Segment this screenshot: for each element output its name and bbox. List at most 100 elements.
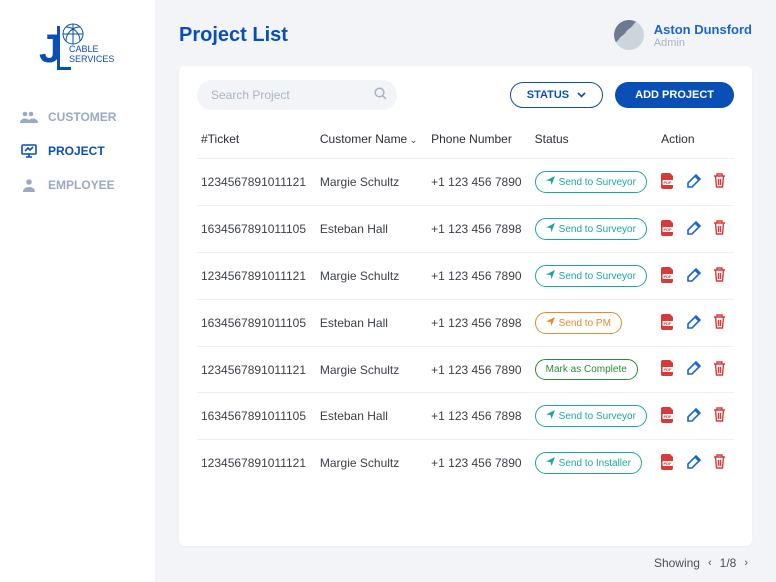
edit-icon[interactable] [687, 268, 701, 285]
send-icon [546, 317, 555, 329]
status-filter-button[interactable]: STATUS [510, 82, 603, 108]
trash-icon[interactable] [713, 454, 726, 472]
cell-name: Esteban Hall [316, 300, 427, 347]
cell-ticket: 1234567891011121 [197, 347, 316, 393]
pdf-icon[interactable]: PDF [661, 454, 675, 473]
status-pill[interactable]: Send to PM [535, 312, 622, 334]
svg-text:PDF: PDF [664, 461, 673, 466]
svg-text:CABLE: CABLE [69, 44, 99, 54]
cell-phone: +1 123 456 7898 [427, 206, 531, 253]
cell-ticket: 1634567891011105 [197, 393, 316, 440]
users-icon [20, 110, 38, 124]
cell-name: Esteban Hall [316, 206, 427, 253]
status-pill[interactable]: Mark as Complete [535, 359, 638, 380]
table-row: 1234567891011121Margie Schultz+1 123 456… [197, 347, 734, 393]
cell-name: Margie Schultz [316, 159, 427, 206]
col-phone: Phone Number [427, 122, 531, 159]
edit-icon[interactable] [687, 455, 701, 472]
sort-caret-icon: ⌄ [409, 135, 417, 146]
svg-text:PDF: PDF [664, 414, 673, 419]
main-panel: Project List Aston Dunsford Admin STATUS [155, 0, 776, 582]
trash-icon[interactable] [713, 361, 726, 379]
user-menu[interactable]: Aston Dunsford Admin [614, 20, 752, 50]
pdf-icon[interactable]: PDF [661, 407, 675, 426]
presentation-icon [20, 144, 38, 158]
avatar [614, 20, 644, 50]
user-name: Aston Dunsford [654, 22, 752, 37]
search-input[interactable] [211, 88, 366, 102]
edit-icon[interactable] [687, 361, 701, 378]
sidebar-item-customer[interactable]: CUSTOMER [8, 100, 147, 134]
project-table: #Ticket Customer Name⌄ Phone Number Stat… [197, 122, 734, 486]
prev-page[interactable]: ‹ [706, 557, 714, 569]
svg-text:PDF: PDF [664, 274, 673, 279]
pdf-icon[interactable]: PDF [661, 267, 675, 286]
nav-label: CUSTOMER [48, 110, 116, 124]
cell-ticket: 1634567891011105 [197, 300, 316, 347]
next-page[interactable]: › [742, 557, 750, 569]
status-pill[interactable]: Send to Surveyor [535, 405, 647, 427]
cell-ticket: 1234567891011121 [197, 159, 316, 206]
col-status: Status [531, 122, 658, 159]
table-row: 1634567891011105Esteban Hall+1 123 456 7… [197, 393, 734, 440]
sidebar: J CABLE SERVICES CUSTOMER PROJECT EMPLOY… [0, 0, 155, 582]
cell-ticket: 1234567891011121 [197, 440, 316, 487]
cell-name: Margie Schultz [316, 440, 427, 487]
user-icon [20, 178, 38, 192]
table-row: 1234567891011121Margie Schultz+1 123 456… [197, 253, 734, 300]
nav-label: EMPLOYEE [48, 178, 115, 192]
pagination: Showing ‹ 1/8 › [179, 546, 752, 570]
pdf-icon[interactable]: PDF [661, 360, 675, 379]
pdf-icon[interactable]: PDF [661, 220, 675, 239]
cell-phone: +1 123 456 7898 [427, 300, 531, 347]
cell-name: Margie Schultz [316, 347, 427, 393]
col-name[interactable]: Customer Name⌄ [316, 122, 427, 159]
add-project-button[interactable]: ADD PROJECT [615, 82, 734, 108]
header: Project List Aston Dunsford Admin [179, 20, 752, 50]
user-role: Admin [654, 37, 752, 49]
page-indicator: 1/8 [720, 556, 737, 570]
brand-logo: J CABLE SERVICES [8, 18, 147, 72]
edit-icon[interactable] [687, 315, 701, 332]
status-label: STATUS [527, 89, 569, 101]
edit-icon[interactable] [687, 174, 701, 191]
sidebar-item-project[interactable]: PROJECT [8, 134, 147, 168]
svg-text:SERVICES: SERVICES [69, 54, 114, 64]
cell-name: Esteban Hall [316, 393, 427, 440]
search-box[interactable] [197, 80, 397, 110]
status-pill[interactable]: Send to Surveyor [535, 218, 647, 240]
cell-phone: +1 123 456 7890 [427, 440, 531, 487]
cell-phone: +1 123 456 7890 [427, 347, 531, 393]
edit-icon[interactable] [687, 408, 701, 425]
project-list-card: STATUS ADD PROJECT #Ticket Customer Name… [179, 66, 752, 546]
svg-text:PDF: PDF [664, 227, 673, 232]
table-row: 1234567891011121Margie Schultz+1 123 456… [197, 440, 734, 487]
sidebar-item-employee[interactable]: EMPLOYEE [8, 168, 147, 202]
trash-icon[interactable] [713, 267, 726, 285]
status-pill[interactable]: Send to Surveyor [535, 171, 647, 193]
status-pill[interactable]: Send to Surveyor [535, 265, 647, 287]
chevron-down-icon [577, 89, 586, 101]
showing-label: Showing [654, 556, 700, 570]
cell-ticket: 1234567891011121 [197, 253, 316, 300]
table-row: 1234567891011121Margie Schultz+1 123 456… [197, 159, 734, 206]
send-icon [546, 457, 555, 469]
cell-ticket: 1634567891011105 [197, 206, 316, 253]
trash-icon[interactable] [713, 220, 726, 238]
status-pill[interactable]: Send to Installer [535, 452, 642, 474]
trash-icon[interactable] [713, 173, 726, 191]
col-action: Action [657, 122, 734, 159]
svg-text:PDF: PDF [664, 180, 673, 185]
send-icon [546, 223, 555, 235]
trash-icon[interactable] [713, 407, 726, 425]
pdf-icon[interactable]: PDF [661, 314, 675, 333]
col-ticket: #Ticket [197, 122, 316, 159]
send-icon [546, 410, 555, 422]
table-row: 1634567891011105Esteban Hall+1 123 456 7… [197, 300, 734, 347]
trash-icon[interactable] [713, 314, 726, 332]
cell-phone: +1 123 456 7890 [427, 253, 531, 300]
pdf-icon[interactable]: PDF [661, 173, 675, 192]
edit-icon[interactable] [687, 221, 701, 238]
send-icon [546, 176, 555, 188]
page-title: Project List [179, 24, 288, 47]
